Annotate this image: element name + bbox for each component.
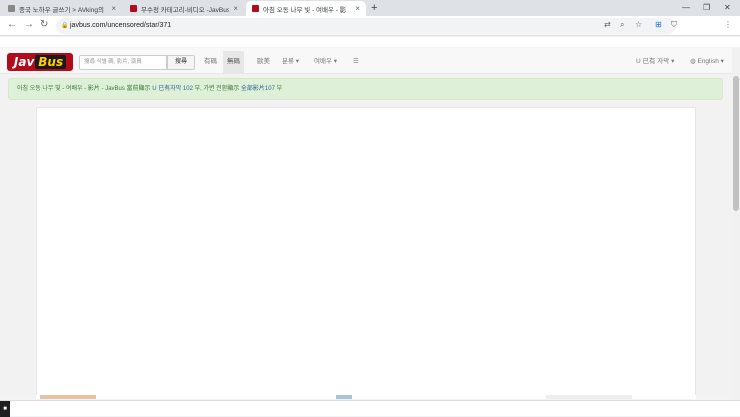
language-label: English ▾ — [697, 58, 724, 65]
logo-right-text: Bus — [35, 55, 67, 69]
reload-icon[interactable]: ↻ — [40, 19, 48, 30]
site-logo[interactable]: Jav Bus — [7, 53, 73, 71]
search-button[interactable]: 搜尋 — [167, 55, 195, 70]
translate-icon[interactable]: ⇄ — [604, 20, 611, 29]
favicon-icon — [252, 5, 259, 12]
tab-title: 중국 노하우 글쓰기 > AVking의 — [19, 6, 104, 14]
tab-close-icon[interactable]: × — [355, 4, 360, 13]
scrollbar-thumb[interactable] — [733, 76, 739, 211]
nav-western[interactable]: 歐美 — [253, 51, 274, 73]
nav-actress-dropdown[interactable]: 여배우 ▾ — [310, 51, 341, 73]
zoom-icon[interactable]: ⌕ — [620, 20, 624, 30]
browser-tab-2[interactable]: 무수정 카테고리-비디오 -JavBus × — [124, 1, 244, 16]
tab-title: 아침 오동 나무 빛 - 여배우 - 影 — [263, 6, 347, 14]
video-thumbnail[interactable] — [546, 395, 632, 399]
alert-mid-text: 부, 가변 전환顯示 — [194, 86, 240, 92]
video-thumbnail[interactable] — [40, 395, 96, 399]
url-text: javbus.com/uncensored/star/371 — [70, 22, 172, 29]
tab-close-icon[interactable]: × — [111, 4, 116, 13]
logo-left-text: Jav — [13, 55, 35, 69]
tab-close-icon[interactable]: × — [233, 4, 238, 13]
menu-icon[interactable]: ⋮ — [724, 20, 732, 29]
language-dropdown[interactable]: ◍ English ▾ — [690, 51, 724, 73]
browser-tab-1[interactable]: 중국 노하우 글쓰기 > AVking의 × — [2, 1, 122, 16]
new-tab-button[interactable]: + — [371, 2, 377, 14]
subtitle-filter-dropdown[interactable]: U 已有 자막 ▾ — [636, 51, 674, 73]
shield-icon[interactable]: ⛉ — [671, 20, 677, 30]
lock-icon: 🔒 — [61, 23, 69, 29]
thumbnail-row — [36, 395, 696, 399]
close-window-icon[interactable]: ✕ — [724, 3, 731, 12]
subtitled-filter-link[interactable]: U 已有자막 102 — [152, 86, 193, 92]
bookmark-star-icon[interactable]: ☆ — [635, 20, 642, 29]
video-thumbnail[interactable] — [336, 395, 352, 399]
address-toolbar: ← → ↻ 🔒 javbus.com/uncensored/star/371 ⇄… — [0, 16, 740, 36]
all-videos-link[interactable]: 全部影片107 — [241, 86, 275, 92]
tab-strip: 중국 노하우 글쓰기 > AVking의 × 무수정 카테고리-비디오 -Jav… — [0, 0, 740, 16]
page-content: Jav Bus 搜尋 식별 碼, 影片, 演員 搜尋 有碼 無碼 歐美 분류 ▾… — [0, 48, 732, 398]
maximize-icon[interactable]: ❐ — [703, 3, 710, 12]
tab-title: 무수정 카테고리-비디오 -JavBus — [141, 6, 229, 14]
translate-extension-icon[interactable]: ⊞ — [655, 20, 662, 29]
start-icon[interactable]: ■ — [0, 401, 10, 417]
nav-censored[interactable]: 有碼 — [200, 51, 221, 73]
nav-genre-dropdown[interactable]: 분류 ▾ — [278, 51, 303, 73]
hamburger-menu-icon[interactable]: ☰ — [349, 51, 363, 73]
address-bar[interactable]: 🔒 javbus.com/uncensored/star/371 — [56, 18, 676, 34]
bookmarks-bar — [0, 37, 740, 47]
filter-alert: 아침 오동 나무 빛 - 여배우 - 影片 - JavBus 當前顯示 U 已有… — [8, 78, 723, 100]
forward-icon[interactable]: → — [24, 19, 34, 30]
search-input[interactable]: 搜尋 식별 碼, 影片, 演員 — [79, 55, 167, 70]
site-navbar: Jav Bus 搜尋 식별 碼, 影片, 演員 搜尋 有碼 無碼 歐美 분류 ▾… — [0, 48, 732, 74]
alert-text: 아침 오동 나무 빛 - 여배우 - 影片 - JavBus 當前顯示 — [17, 86, 151, 92]
taskbar: ■ — [0, 400, 740, 417]
alert-tail-text: 부 — [276, 86, 283, 92]
favicon-icon — [8, 5, 15, 12]
favicon-icon — [130, 5, 137, 12]
browser-tab-3[interactable]: 아침 오동 나무 빛 - 여배우 - 影 × — [246, 1, 366, 16]
nav-uncensored[interactable]: 無碼 — [223, 51, 244, 73]
minimize-icon[interactable]: — — [682, 3, 690, 12]
back-icon[interactable]: ← — [7, 19, 17, 30]
actress-panel — [36, 107, 696, 398]
